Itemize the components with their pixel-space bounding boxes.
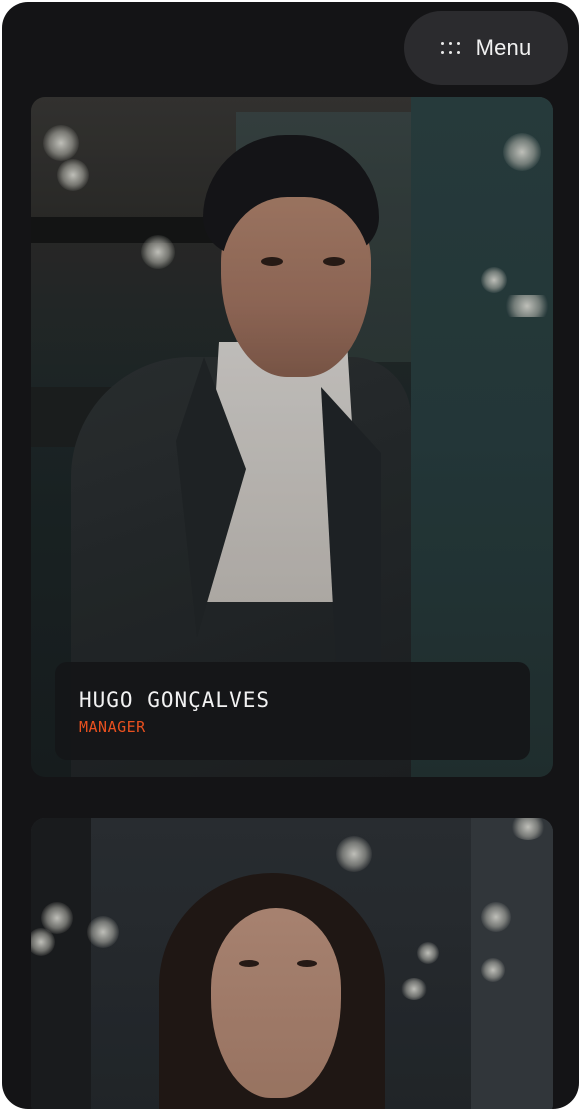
team-card[interactable]: HUGO GONÇALVES MANAGER	[31, 97, 553, 777]
member-caption: HUGO GONÇALVES MANAGER	[55, 662, 530, 760]
phone-frame: HUGO GONÇALVES MANAGER Menu	[2, 2, 579, 1109]
menu-label: Menu	[475, 35, 532, 60]
menu-button[interactable]: Menu	[404, 11, 568, 85]
team-card[interactable]	[31, 818, 553, 1109]
photo-dim-overlay	[31, 818, 553, 1109]
member-name: HUGO GONÇALVES	[79, 688, 271, 712]
dots-grid-icon	[440, 42, 460, 54]
member-role: MANAGER	[79, 718, 146, 736]
